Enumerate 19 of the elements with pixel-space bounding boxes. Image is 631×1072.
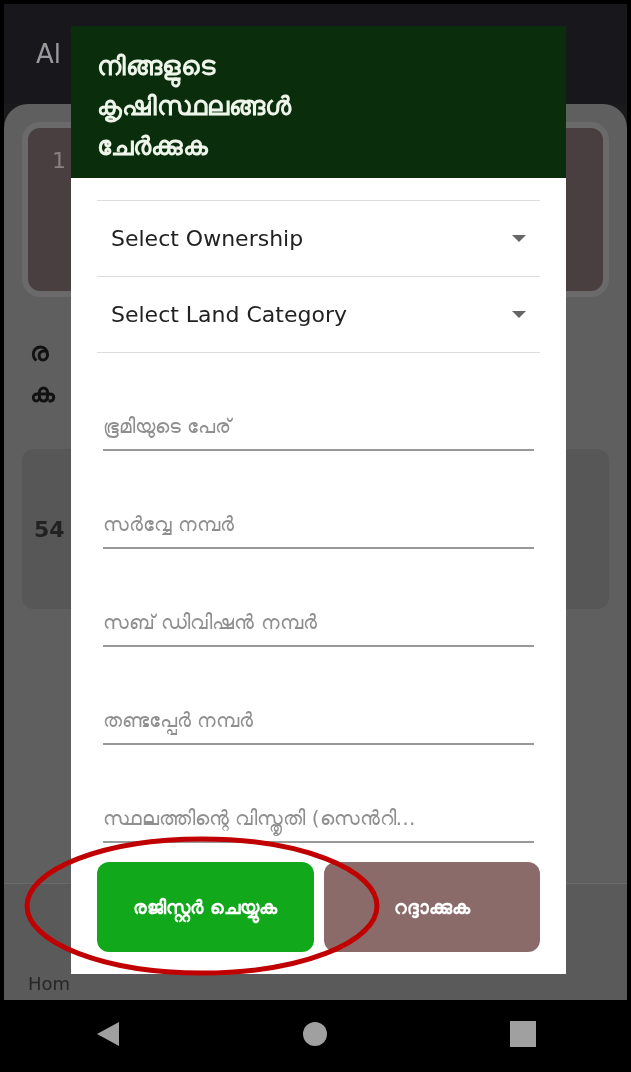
- home-icon[interactable]: [303, 1022, 328, 1046]
- input-field[interactable]: സബ് ഡിവിഷൻ നമ്പർ: [103, 597, 534, 647]
- input-field[interactable]: ഭൂമിയുടെ പേര്: [103, 401, 534, 451]
- dropdown-caret-icon: [512, 311, 526, 318]
- register-button[interactable]: രജിസ്റ്റർ ചെയ്യുക: [97, 862, 314, 952]
- dropdown[interactable]: Select Land Category: [97, 277, 540, 353]
- dropdown-caret-icon: [512, 235, 526, 242]
- section-heading: ര: [30, 337, 50, 368]
- dropdown[interactable]: Select Ownership: [97, 201, 540, 277]
- back-icon[interactable]: [95, 1021, 122, 1047]
- card-number: 1: [52, 148, 66, 173]
- dialog-title: നിങ്ങളുടെ കൃഷിസ്ഥലങ്ങൾ ചേർക്കുക: [97, 50, 293, 163]
- cancel-button[interactable]: റദ്ദാക്കുക: [323, 862, 540, 952]
- input-field[interactable]: തണ്ടപ്പേർ നമ്പർ: [103, 695, 534, 745]
- input-field[interactable]: സർവ്വേ നമ്പർ: [103, 499, 534, 549]
- input-field[interactable]: സ്ഥലത്തിന്റെ വിസ്തൃതി (സെൻറി…: [103, 793, 534, 843]
- section-heading: ക: [30, 378, 57, 409]
- app-title: Al: [36, 39, 61, 69]
- recents-icon[interactable]: [509, 1021, 536, 1047]
